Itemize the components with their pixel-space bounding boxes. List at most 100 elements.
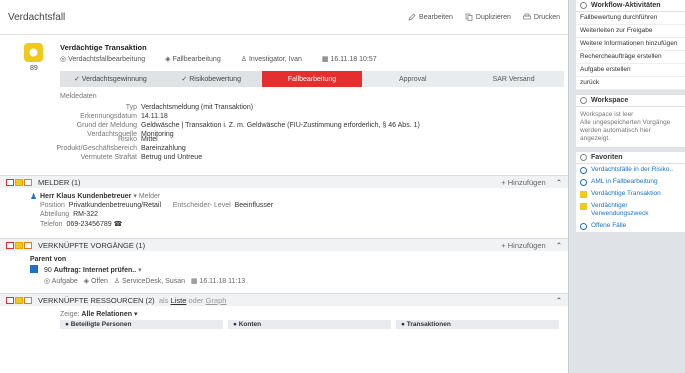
melder-add-button[interactable]: + Hinzufügen [501, 178, 545, 187]
graph-link[interactable]: Graph [206, 296, 227, 305]
meta-row: Erkennungsdatum 14.11.18 [80, 113, 168, 120]
meta-row: Grund der Meldung Geldwäsche | Transaktio… [76, 122, 420, 129]
doc-icon [24, 178, 32, 186]
workflow-steps: ✓ Verdachtsgewinnung ✓ Risikobewertung F… [60, 71, 564, 87]
resource-tabs: ● Beteiligte Personen ● Konten ● Transak… [60, 320, 564, 329]
workflow-item[interactable]: Aufgabe erstellen [576, 64, 685, 77]
star-icon [580, 154, 587, 161]
workflow-item[interactable]: Weitere Informationen hinzufügen [576, 38, 685, 51]
star-icon [15, 178, 23, 186]
print-button[interactable]: Drucken [523, 13, 560, 21]
case-title: Verdächtige Transaktion [60, 43, 147, 52]
search-icon [580, 223, 587, 230]
melder-section-header[interactable]: MELDER (1) + Hinzufügen ⌃ [0, 175, 568, 188]
step-5[interactable]: SAR Versand [463, 71, 564, 87]
workspace-panel: Workspace Workspace ist leer Alle ungesp… [576, 95, 685, 147]
workspace-icon [580, 97, 587, 104]
meta-row: Typ Verdachtsmeldung (mit Transaktion) [125, 104, 254, 111]
melder-title: MELDER (1) [38, 177, 81, 187]
vorgaenge-add-button[interactable]: + Hinzufügen [501, 241, 545, 250]
edit-button[interactable]: Bearbeiten [408, 13, 453, 21]
note-icon [6, 296, 14, 304]
tab-transaktionen[interactable]: ● Transaktionen [396, 320, 559, 329]
vorgaenge-body: Parent von 90 Auftrag: Internet prüfen..… [0, 251, 568, 293]
pencil-icon [408, 13, 416, 21]
case-date: ▦ 16.11.18 10:57 [321, 56, 377, 63]
melder-body: ♟ Herr Klaus Kundenbetreuer ▾ Melder Pos… [0, 188, 568, 238]
list-link[interactable]: Liste [171, 296, 187, 305]
workflow-item[interactable]: Fallbewertung durchführen [576, 12, 685, 25]
favorites-header: Favoriten [576, 152, 685, 164]
case-stage: ◈ Fallbearbeitung [165, 56, 221, 63]
ressourcen-section-header[interactable]: VERKNÜPFTE RESSOURCEN (2) als Liste oder… [0, 293, 568, 306]
favorite-item[interactable]: Verdächtige Transaktion [576, 188, 685, 200]
step-1[interactable]: ✓ Verdachtsgewinnung [60, 71, 161, 87]
chevron-up-icon[interactable]: ⌃ [556, 178, 562, 187]
case-overview: 89 Verdächtige Transaktion ◎ Verdachtsfa… [0, 35, 568, 145]
linked-item[interactable]: 90 Auftrag: Internet prüfen.. ▾ [44, 266, 142, 274]
melder-name-row: Herr Klaus Kundenbetreuer ▾ Melder [40, 193, 161, 200]
melder-position-row: Position Privatkundenbetreuung/Retail En… [40, 202, 274, 209]
note-icon [6, 178, 14, 186]
melder-dept-row: Abteilung RM-322 [40, 211, 98, 218]
step-3[interactable]: Fallbearbeitung [261, 71, 363, 87]
chevron-up-icon[interactable]: ⌃ [556, 241, 562, 250]
metadata-list: Typ Verdachtsmeldung (mit Transaktion) Er… [0, 103, 550, 139]
linked-item-meta: ◎ Aufgabe ◈ Offen ♙ ServiceDesk, Susan ▦… [44, 278, 246, 285]
case-avatar [24, 43, 43, 62]
favorite-item[interactable]: AML in Fallbearbeitung [576, 176, 685, 188]
page-header: Verdachtsfall Bearbeiten Duplizieren Dru… [0, 0, 568, 35]
metadata-label: Meldedaten [60, 93, 97, 100]
case-role: ♙ Investigator, Ivan [240, 56, 302, 63]
star-icon [15, 296, 23, 304]
favorite-item[interactable]: Verdächtiger Verwendungszweck [576, 200, 685, 220]
printer-icon [523, 13, 531, 20]
workspace-header: Workspace [576, 95, 685, 107]
workflow-item[interactable]: Recherche­aufträge erstellen [576, 51, 685, 64]
workflow-item[interactable]: zurück [576, 77, 685, 90]
folder-icon [580, 191, 587, 198]
case-meta: ◎ Verdachtsfallbearbeitung ◈ Fallbearbei… [60, 55, 397, 63]
tab-personen[interactable]: ● Beteiligte Personen [60, 320, 223, 329]
tab-konten[interactable]: ● Konten [228, 320, 391, 329]
case-type: ◎ Verdachtsfallbearbeitung [60, 56, 146, 63]
chevron-up-icon[interactable]: ⌃ [556, 296, 562, 305]
step-2[interactable]: ✓ Risikobewertung [160, 71, 262, 87]
copy-icon [465, 13, 473, 21]
ressourcen-title: VERKNÜPFTE RESSOURCEN (2) als Liste oder… [38, 295, 227, 305]
star-icon [15, 241, 23, 249]
vorgaenge-title: VERKNÜPFTE VORGÄNGE (1) [38, 240, 146, 250]
melder-phone-row: Telefon 069-23456789 ☎ [40, 221, 123, 228]
doc-icon [24, 296, 32, 304]
section-icons [6, 178, 33, 186]
duplicate-button[interactable]: Duplizieren [465, 13, 511, 21]
meta-row: Risiko Mittel [117, 136, 158, 143]
section-icons [6, 296, 33, 304]
search-icon [580, 167, 587, 174]
meta-row: Produkt/Geschäftsbereich Bareinzahlung [56, 145, 186, 152]
melder-phone[interactable]: 069-23456789 [66, 221, 111, 228]
task-icon [30, 265, 38, 273]
folder-icon [580, 203, 587, 210]
relation-filter[interactable]: Zeige: Alle Relationen ▾ [60, 310, 137, 318]
page-title: Verdachtsfall [8, 11, 66, 23]
meta-row: Vermutete Straftat Betrug und Untreue [80, 154, 203, 161]
main-panel: Verdachtsfall Bearbeiten Duplizieren Dru… [0, 0, 569, 373]
doc-icon [24, 241, 32, 249]
step-4[interactable]: Approval [362, 71, 463, 87]
workflow-header: Workflow-Aktivitäten [576, 0, 685, 12]
vorgaenge-section-header[interactable]: VERKNÜPFTE VORGÄNGE (1) + Hinzufügen ⌃ [0, 238, 568, 251]
gear-icon [580, 2, 587, 9]
workspace-text: Workspace ist leer Alle ungespeicherten … [580, 111, 671, 142]
person-icon: ♟ [30, 192, 38, 201]
workflow-panel: Workflow-Aktivitäten Fallbewertung durch… [576, 0, 685, 90]
favorite-item[interactable]: Verdachtsfälle in der Risiko.. [576, 164, 685, 176]
sidebar: Workflow-Aktivitäten Fallbewertung durch… [576, 0, 685, 373]
parent-label: Parent von [30, 256, 67, 263]
favorite-item[interactable]: Offene Fälle [576, 220, 685, 232]
search-icon [580, 179, 587, 186]
favorites-panel: Favoriten Verdachtsfälle in der Risiko..… [576, 152, 685, 232]
alert-icon [29, 48, 38, 57]
workflow-item[interactable]: Weiterleiten zur Freigabe [576, 25, 685, 38]
risk-list: Risiko Mittel Produkt/Geschäftsbereich Bar… [0, 135, 550, 175]
